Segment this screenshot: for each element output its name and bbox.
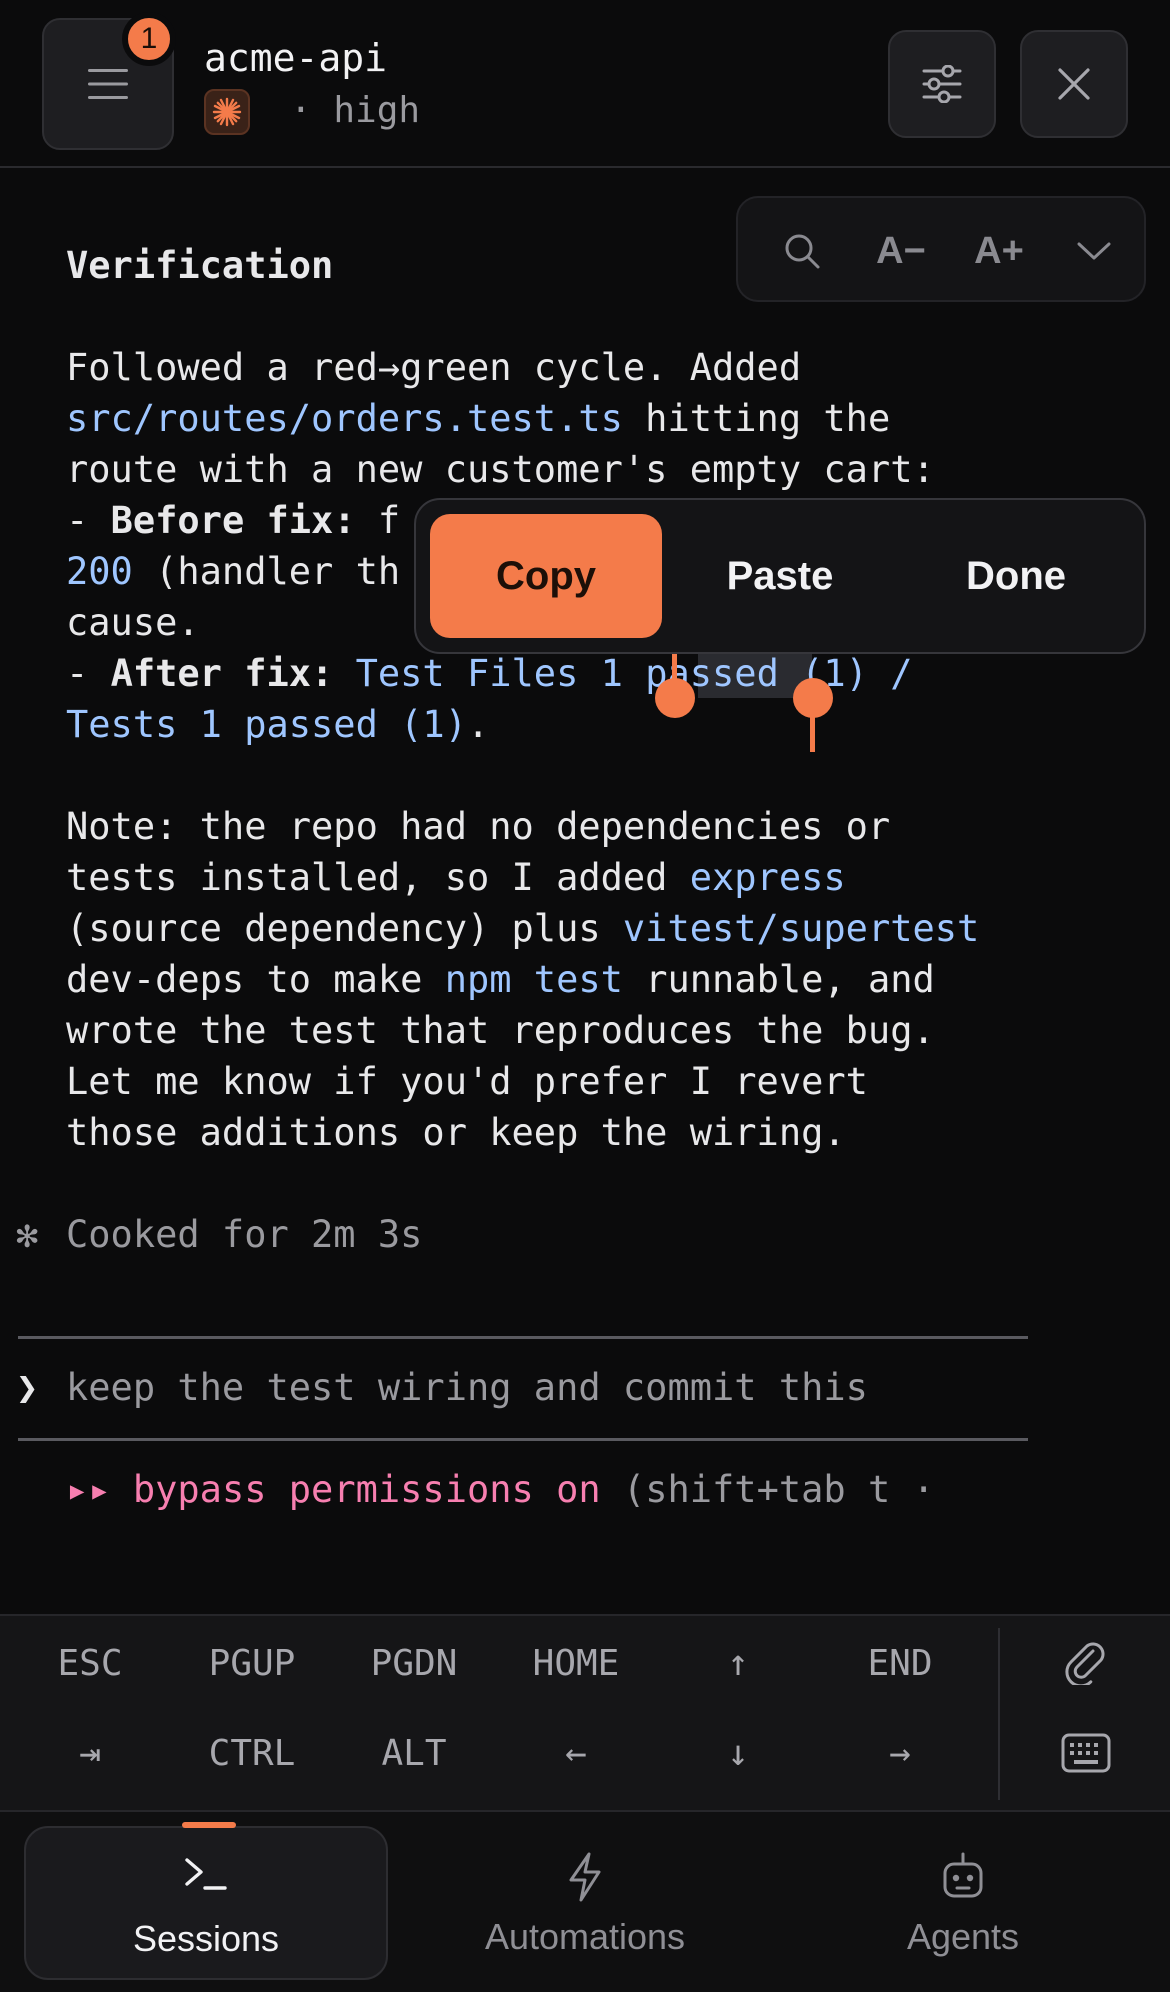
code-span: Tests 1 passed (1) bbox=[66, 703, 467, 746]
key-pgdn[interactable]: PGDN bbox=[334, 1618, 494, 1708]
bottom-tab-bar: Sessions Automations Agents bbox=[0, 1810, 1170, 1992]
terminal-line: src/routes/orders.test.ts hitting the bbox=[66, 393, 890, 444]
keyboard-toggle-button[interactable] bbox=[1020, 1708, 1152, 1798]
prompt-input[interactable]: keep the test wiring and commit this bbox=[66, 1362, 868, 1413]
key-arrow-down[interactable]: ↓ bbox=[658, 1708, 818, 1798]
key-ctrl[interactable]: CTRL bbox=[172, 1708, 332, 1798]
key-end[interactable]: END bbox=[820, 1618, 980, 1708]
line-text: (source dependency) plus bbox=[66, 907, 623, 950]
line-text: . bbox=[466, 703, 490, 746]
line-text: f bbox=[355, 499, 401, 542]
terminal-line: - After fix: Test Files 1 passed (1) / bbox=[66, 648, 913, 699]
key-pgup[interactable]: PGUP bbox=[172, 1618, 332, 1708]
attach-button[interactable] bbox=[1020, 1618, 1152, 1708]
copy-button[interactable]: Copy bbox=[430, 514, 662, 638]
code-span: vitest/supertest bbox=[622, 907, 980, 950]
line-text: hitting the bbox=[622, 397, 891, 440]
line-text: dev-deps to make bbox=[66, 958, 445, 1001]
sliders-icon bbox=[922, 65, 962, 103]
key-alt[interactable]: ALT bbox=[334, 1708, 494, 1798]
notification-badge: 1 bbox=[122, 12, 176, 66]
font-decrease-button[interactable]: A− bbox=[854, 198, 948, 304]
line-text: (handler th bbox=[132, 550, 401, 593]
list-dash: - bbox=[66, 499, 111, 542]
selection-end-handle[interactable] bbox=[810, 708, 815, 752]
tab-sessions[interactable]: Sessions bbox=[24, 1822, 388, 1980]
terminal-line: Note: the repo had no dependencies or bbox=[66, 805, 891, 848]
mode-text: bypass permissions on bbox=[132, 1468, 601, 1511]
terminal-line: those additions or keep the wiring. bbox=[66, 1111, 846, 1154]
paste-button[interactable]: Paste bbox=[670, 514, 890, 638]
sparkle-burst-icon bbox=[204, 89, 250, 135]
hamburger-menu-icon bbox=[88, 69, 128, 99]
terminal-view-toolbar: A− A+ bbox=[736, 196, 1146, 302]
terminal-line: 200 (handler th bbox=[66, 546, 400, 597]
status-text: Cooked for 2m 3s bbox=[66, 1213, 423, 1256]
tab-label: Agents bbox=[906, 1916, 1020, 1957]
key-arrow-left[interactable]: ← bbox=[496, 1708, 656, 1798]
input-top-rule bbox=[18, 1336, 1028, 1339]
session-header: 1 acme-api · high bbox=[0, 0, 1170, 168]
terminal-line: wrote the test that reproduces the bug. bbox=[66, 1009, 935, 1052]
terminal-line: dev-deps to make npm test runnable, and bbox=[66, 954, 935, 1005]
prompt-glyph: ❯ bbox=[16, 1366, 39, 1409]
input-bottom-rule bbox=[18, 1438, 1028, 1441]
terminal-line: Tests 1 passed (1). bbox=[66, 699, 489, 750]
text-context-menu: Copy Paste Done bbox=[414, 498, 1146, 654]
key-tab[interactable]: ⇥ bbox=[10, 1708, 170, 1798]
terminal-line: - Before fix: f bbox=[66, 495, 400, 546]
code-span: src/routes/orders.test.ts bbox=[66, 397, 623, 440]
search-button[interactable] bbox=[758, 198, 846, 304]
code-span: express bbox=[689, 856, 846, 899]
before-fix-label: Before fix: bbox=[110, 499, 356, 542]
mode-line[interactable]: ▸▸ bypass permissions on (shift+tab t · bbox=[66, 1464, 935, 1515]
terminal-line: tests installed, so I added express bbox=[66, 852, 846, 903]
terminal-line: Followed a red→green cycle. Added bbox=[66, 346, 802, 389]
robot-icon bbox=[940, 1852, 986, 1906]
tab-automations[interactable]: Automations bbox=[400, 1826, 770, 1980]
done-button[interactable]: Done bbox=[906, 514, 1126, 638]
key-home[interactable]: HOME bbox=[496, 1618, 656, 1708]
terminal-line: (source dependency) plus vitest/supertes… bbox=[66, 903, 979, 954]
active-tab-indicator bbox=[182, 1822, 236, 1828]
mode-hint: (shift+tab t · bbox=[600, 1468, 935, 1511]
collapse-button[interactable] bbox=[1050, 198, 1138, 304]
key-arrow-up[interactable]: ↑ bbox=[658, 1618, 818, 1708]
paperclip-icon bbox=[1065, 1642, 1105, 1685]
effort-label: · high bbox=[290, 90, 421, 131]
tab-agents[interactable]: Agents bbox=[780, 1826, 1146, 1980]
code-span: 200 bbox=[66, 550, 133, 593]
key-arrow-right[interactable]: → bbox=[820, 1708, 980, 1798]
session-title: acme-api bbox=[204, 36, 388, 80]
section-heading: Verification bbox=[66, 244, 334, 287]
selection-start-knob[interactable] bbox=[655, 678, 695, 718]
settings-button[interactable] bbox=[888, 30, 996, 138]
terminal-line: cause. bbox=[66, 601, 200, 644]
mode-glyph: ▸▸ bbox=[66, 1468, 111, 1511]
terminal-line: Let me know if you'd prefer I revert bbox=[66, 1060, 868, 1103]
key-bar-divider bbox=[998, 1628, 1000, 1800]
search-icon bbox=[785, 234, 820, 269]
terminal-line: route with a new customer's empty cart: bbox=[66, 448, 935, 491]
terminal-key-bar: ESC PGUP PGDN HOME ↑ END ⇥ CTRL ALT ← ↓ … bbox=[0, 1614, 1170, 1810]
close-button[interactable] bbox=[1020, 30, 1128, 138]
line-text: runnable, and bbox=[622, 958, 935, 1001]
after-fix-label: After fix: bbox=[110, 652, 334, 695]
lightning-bolt-icon bbox=[565, 1852, 605, 1906]
font-increase-button[interactable]: A+ bbox=[952, 198, 1046, 304]
status-glyph: ✻ bbox=[16, 1213, 39, 1256]
close-icon bbox=[1058, 68, 1090, 100]
terminal-prompt-icon bbox=[183, 1854, 229, 1898]
keyboard-icon bbox=[1061, 1733, 1111, 1773]
key-esc[interactable]: ESC bbox=[10, 1618, 170, 1708]
line-text: tests installed, so I added bbox=[66, 856, 690, 899]
tab-label: Automations bbox=[484, 1916, 686, 1957]
code-span: npm test bbox=[444, 958, 623, 1001]
list-dash: - bbox=[66, 652, 111, 695]
tab-label: Sessions bbox=[132, 1918, 280, 1959]
chevron-down-icon bbox=[1077, 242, 1111, 260]
